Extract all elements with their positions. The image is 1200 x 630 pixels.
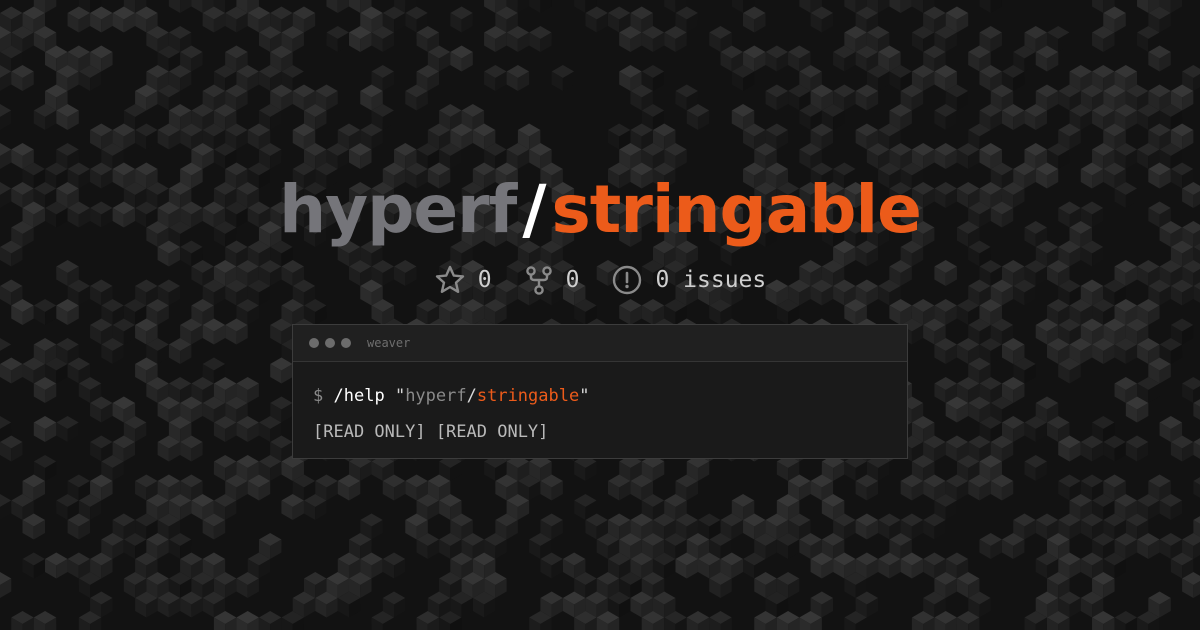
cube-face [337,0,349,13]
issue-icon [613,265,642,295]
terminal-body: $ /help "hyperf/stringable" [READ ONLY] … [293,362,907,466]
cube-face [889,0,901,13]
cube-face [1092,0,1104,13]
cube-face [517,0,530,13]
stars-count: 0 [477,267,492,293]
cube-face [540,0,552,13]
forks-count: 0 [565,267,580,293]
cube-face [168,0,181,13]
cube-face [731,0,744,13]
og-card: hyperf/stringable 0 0 0 issues weaver $ … [0,0,1200,630]
arg-owner: hyperf [405,386,467,406]
window-dot-icon [309,338,319,348]
arg-repo: stringable [476,386,580,406]
cube-face [180,0,192,13]
star-icon [435,265,464,293]
stars-stat: 0 [434,264,492,296]
fork-icon [525,266,552,295]
terminal-title-bar: weaver [293,325,907,362]
cube-face [878,0,890,13]
arg-slash: / [466,386,477,406]
terminal-window: weaver $ /help "hyperf/stringable" [READ… [292,324,908,459]
cube-face [979,0,991,13]
repo-owner: hyperf [279,171,517,248]
repo-stats: 0 0 0 issues [0,264,1200,296]
cube-face [911,0,924,13]
command: /help [333,386,385,406]
cube-face [990,0,1002,13]
window-dot-icon [325,338,335,348]
window-dot-icon [341,338,351,348]
cube-face [574,0,586,13]
cube-face [844,0,856,13]
cube-pattern-background [0,0,1200,630]
cube-face [1170,0,1183,13]
command-line: $ /help "hyperf/stringable" [313,378,887,414]
cube-face [191,0,203,13]
repo-name: stringable [551,171,921,248]
command-output: [READ ONLY] [READ ONLY] [313,422,549,442]
prompt-symbol: $ [313,386,324,406]
cube-face [529,0,541,13]
cube-face [900,0,912,13]
title-slash: / [522,171,546,248]
cube-face [1137,0,1149,13]
cube-face [348,0,361,13]
quote-close: " [579,386,590,406]
issues-stat: 0 issues [611,264,766,296]
cube-face [799,0,811,13]
issues-count: 0 issues [655,267,767,293]
forks-stat: 0 [524,264,580,296]
quote-open: " [394,386,406,406]
cube-face [664,0,676,13]
cube-face [326,0,338,13]
repo-title: hyperf/stringable [0,168,1200,252]
cube-face [484,0,496,13]
terminal-name: weaver [367,336,411,350]
cube-face [45,0,57,13]
